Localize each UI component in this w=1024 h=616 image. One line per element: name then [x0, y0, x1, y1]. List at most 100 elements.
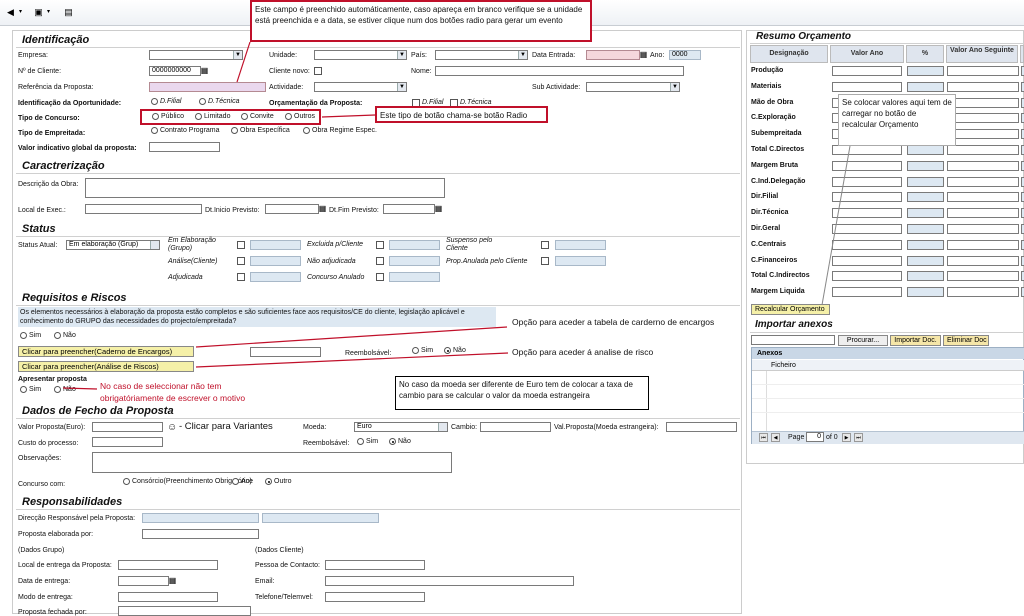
recalcular-button[interactable]: Recalcular Orçamento	[751, 304, 830, 315]
calendar-icon[interactable]: ▦	[168, 576, 177, 585]
resumo-percent-field[interactable]	[907, 82, 944, 92]
resumo-percent-field[interactable]	[907, 256, 944, 266]
telefone-field[interactable]	[325, 592, 425, 602]
nao-adjudicada-checkbox[interactable]	[376, 257, 384, 265]
local-entrega-field[interactable]	[118, 560, 218, 570]
reembolsavel-nao-radio[interactable]	[444, 347, 451, 354]
convite-radio[interactable]	[241, 113, 248, 120]
adjudicada-date[interactable]	[250, 272, 301, 282]
resumo-valor-ano-field[interactable]	[832, 177, 902, 187]
limitado-radio[interactable]	[195, 113, 202, 120]
dt-fim-field[interactable]	[383, 204, 435, 214]
em-elaboracao-date[interactable]	[250, 240, 301, 250]
resumo-valor-seguinte-field[interactable]	[947, 145, 1019, 155]
suspenso-date[interactable]	[555, 240, 606, 250]
d-filial-radio[interactable]	[151, 98, 158, 105]
apresentar-nao-radio[interactable]	[54, 386, 61, 393]
first-page-icon[interactable]: ⏮	[759, 433, 768, 442]
consorcio-radio[interactable]	[123, 478, 130, 485]
resumo-valor-seguinte-field[interactable]	[947, 113, 1019, 123]
prop-anulada-date[interactable]	[555, 256, 606, 266]
resumo-percent-field[interactable]	[907, 287, 944, 297]
page-field[interactable]: 0	[806, 432, 824, 442]
resumo-valor-seguinte-field[interactable]	[947, 66, 1019, 76]
resumo-valor-seguinte-field[interactable]	[947, 240, 1019, 250]
valor-indicativo-field[interactable]	[149, 142, 220, 152]
contrato-radio[interactable]	[151, 127, 158, 134]
calendar-icon[interactable]: ▦	[318, 204, 327, 213]
resumo-percent-field[interactable]	[907, 224, 944, 234]
resumo-percent-field[interactable]	[907, 271, 944, 281]
resumo-percent-field[interactable]	[907, 66, 944, 76]
concurso-anulado-date[interactable]	[389, 272, 440, 282]
elaborada-field[interactable]	[142, 529, 259, 539]
fecho-nao-radio[interactable]	[389, 438, 396, 445]
dropdown-arrow-icon[interactable]: ▾	[16, 8, 25, 17]
resumo-valor-seguinte-field[interactable]	[947, 224, 1019, 234]
resumo-valor-seguinte-field[interactable]	[947, 256, 1019, 266]
next-page-icon[interactable]: ▶	[842, 433, 851, 442]
resumo-valor-seguinte-field[interactable]	[947, 192, 1019, 202]
back-icon[interactable]: ◀	[6, 8, 15, 17]
status-select[interactable]: Em elaboração (Grup)	[66, 240, 160, 250]
resumo-valor-ano-field[interactable]	[832, 271, 902, 281]
data-entrada-field[interactable]	[586, 50, 640, 60]
resumo-percent-field[interactable]	[907, 240, 944, 250]
nao-adjudicada-date[interactable]	[389, 256, 440, 266]
pessoa-field[interactable]	[325, 560, 425, 570]
val-moeda-field[interactable]	[666, 422, 737, 432]
resumo-valor-ano-field[interactable]	[832, 224, 902, 234]
local-field[interactable]	[85, 204, 202, 214]
resumo-valor-seguinte-field[interactable]	[947, 82, 1019, 92]
resumo-percent-field[interactable]	[907, 192, 944, 202]
reembolsavel-sim-radio[interactable]	[412, 347, 419, 354]
eliminar-button[interactable]: Eliminar Doc	[943, 335, 989, 346]
observacoes-field[interactable]	[92, 452, 452, 473]
file-path-field[interactable]	[751, 335, 835, 345]
resumo-valor-seguinte-field[interactable]	[947, 129, 1019, 139]
modo-entrega-field[interactable]	[118, 592, 218, 602]
descricao-field[interactable]	[85, 178, 445, 198]
resumo-percent-field[interactable]	[907, 177, 944, 187]
resumo-valor-seguinte-field[interactable]	[947, 208, 1019, 218]
smiley-icon[interactable]: ☺	[167, 422, 177, 433]
adjudicada-checkbox[interactable]	[237, 273, 245, 281]
actividade-select[interactable]: ▼	[314, 82, 407, 92]
last-page-icon[interactable]: ⏭	[854, 433, 863, 442]
excluida-checkbox[interactable]	[376, 241, 384, 249]
resumo-valor-seguinte-field[interactable]	[947, 177, 1019, 187]
dropdown-arrow-icon[interactable]: ▾	[44, 8, 53, 17]
nome-field[interactable]	[435, 66, 684, 76]
analise-riscos-button[interactable]: Clicar para preencher(Análise de Riscos)	[18, 361, 194, 372]
unidade-select[interactable]: ▼	[314, 50, 407, 60]
obra-regime-radio[interactable]	[303, 127, 310, 134]
resumo-valor-ano-field[interactable]	[832, 208, 902, 218]
concurso-anulado-checkbox[interactable]	[376, 273, 384, 281]
requisitos-sim-radio[interactable]	[20, 332, 27, 339]
cliente-novo-checkbox[interactable]	[314, 67, 322, 75]
valor-euro-field[interactable]	[92, 422, 163, 432]
resumo-valor-ano-field[interactable]	[832, 82, 902, 92]
cambio-field[interactable]	[480, 422, 551, 432]
excluida-date[interactable]	[389, 240, 440, 250]
analise-date[interactable]	[250, 256, 301, 266]
data-entrega-field[interactable]	[118, 576, 169, 586]
lookup-icon[interactable]: ▦	[200, 66, 209, 75]
procurar-button[interactable]: Procurar...	[838, 335, 888, 346]
referencia-field[interactable]	[149, 82, 266, 92]
resumo-valor-ano-field[interactable]	[832, 256, 902, 266]
resumo-percent-field[interactable]	[907, 161, 944, 171]
moeda-select[interactable]: Euro	[354, 422, 448, 432]
ano-field[interactable]: 0000	[669, 50, 701, 60]
obra-especifica-radio[interactable]	[231, 127, 238, 134]
calendar-icon[interactable]: ▦	[434, 204, 443, 213]
ace-radio[interactable]	[232, 478, 239, 485]
fechada-field[interactable]	[118, 606, 251, 616]
dt-inicio-field[interactable]	[265, 204, 319, 214]
email-field[interactable]	[325, 576, 574, 586]
print-icon[interactable]: ▤	[64, 8, 73, 17]
resumo-percent-field[interactable]	[907, 145, 944, 155]
apresentar-sim-radio[interactable]	[20, 386, 27, 393]
sub-actividade-select[interactable]: ▼	[586, 82, 680, 92]
fecho-sim-radio[interactable]	[357, 438, 364, 445]
